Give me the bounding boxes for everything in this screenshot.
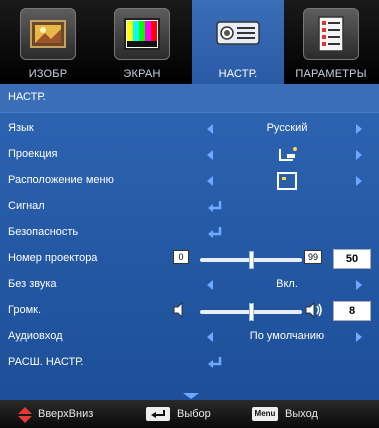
row-projection[interactable]: Проекция <box>0 142 379 168</box>
volume-slider-knob[interactable] <box>249 303 254 321</box>
setup-tab-icon <box>210 8 266 60</box>
menu-location-icon <box>222 172 352 193</box>
projector-id-min: 0 <box>173 250 189 264</box>
row-mute[interactable]: Без звука Вкл. <box>0 272 379 298</box>
arrow-right-icon[interactable] <box>356 176 362 186</box>
menu-key-icon: Menu <box>252 407 278 421</box>
audio-input-value: По умолчанию <box>249 330 325 342</box>
volume-value[interactable]: 8 <box>333 301 371 321</box>
tab-bar: ИЗОБР ЭКРАН НАСТР. ПАРАМЕТРЫ <box>0 0 379 84</box>
nav-hint: ВверхВниз <box>38 408 94 420</box>
up-down-icon <box>18 407 32 428</box>
row-menu-location[interactable]: Расположение меню <box>0 168 379 194</box>
arrow-left-icon[interactable] <box>207 280 213 290</box>
tab-setup-label: НАСТР. <box>218 68 258 80</box>
volume-label: Громк. <box>8 304 42 316</box>
mute-value: Вкл. <box>276 278 298 290</box>
enter-icon <box>207 200 223 214</box>
row-security[interactable]: Безопасность <box>0 220 379 246</box>
image-tab-icon <box>20 8 76 60</box>
signal-label: Сигнал <box>8 200 45 212</box>
tab-image-label: ИЗОБР <box>28 68 68 80</box>
enter-icon <box>207 226 223 240</box>
arrow-right-icon[interactable] <box>356 332 362 342</box>
projector-id-slider-knob[interactable] <box>249 251 254 269</box>
security-label: Безопасность <box>8 226 79 238</box>
menu-location-label: Расположение меню <box>8 174 114 186</box>
tab-setup[interactable]: НАСТР. <box>192 0 284 84</box>
speaker-low-icon <box>172 301 186 323</box>
footer-hints: ВверхВниз Выбор Menu Выход <box>0 400 379 428</box>
audio-input-label: Аудиовход <box>8 330 63 342</box>
language-label: Язык <box>8 122 34 134</box>
row-signal[interactable]: Сигнал <box>0 194 379 220</box>
row-audio-input[interactable]: Аудиовход По умолчанию <box>0 324 379 350</box>
projection-label: Проекция <box>8 148 58 160</box>
tab-image[interactable]: ИЗОБР <box>2 0 94 84</box>
page-title: НАСТР. <box>8 91 46 103</box>
arrow-left-icon[interactable] <box>207 124 213 134</box>
arrow-left-icon[interactable] <box>207 176 213 186</box>
projector-id-label: Номер проектора <box>8 252 98 264</box>
osd-menu: ИЗОБР ЭКРАН НАСТР. ПАРАМЕТРЫ НАСТР. Язык… <box>0 0 379 428</box>
arrow-right-icon[interactable] <box>356 124 362 134</box>
screen-tab-icon <box>114 8 170 60</box>
arrow-left-icon[interactable] <box>207 150 213 160</box>
projector-id-max: 99 <box>304 250 322 264</box>
tab-screen-label: ЭКРАН <box>123 68 161 80</box>
language-value: Русский <box>266 122 308 134</box>
speaker-high-icon <box>304 301 324 324</box>
arrow-right-icon[interactable] <box>356 150 362 160</box>
tab-screen[interactable]: ЭКРАН <box>96 0 188 84</box>
arrow-right-icon[interactable] <box>356 280 362 290</box>
mute-label: Без звука <box>8 278 57 290</box>
settings-list: Язык Русский Проекция Расположение меню <box>0 113 379 400</box>
exit-hint: Выход <box>285 408 318 420</box>
menu-title-bar: НАСТР. <box>0 84 379 113</box>
select-hint: Выбор <box>177 408 211 420</box>
projector-id-value[interactable]: 50 <box>333 249 371 269</box>
scroll-down-icon[interactable] <box>183 393 199 399</box>
enter-key-icon <box>146 407 170 421</box>
row-projector-id[interactable]: Номер проектора 0 99 50 <box>0 246 379 272</box>
arrow-left-icon[interactable] <box>207 332 213 342</box>
projection-mode-icon <box>222 145 352 168</box>
row-volume[interactable]: Громк. 8 <box>0 298 379 324</box>
options-tab-icon <box>303 8 359 60</box>
tab-options-label: ПАРАМЕТРЫ <box>295 68 367 80</box>
row-advanced[interactable]: РАСШ. НАСТР. <box>0 350 379 376</box>
tab-options[interactable]: ПАРАМЕТРЫ <box>285 0 377 84</box>
row-language[interactable]: Язык Русский <box>0 116 379 142</box>
advanced-label: РАСШ. НАСТР. <box>8 356 84 368</box>
enter-icon <box>207 356 223 370</box>
